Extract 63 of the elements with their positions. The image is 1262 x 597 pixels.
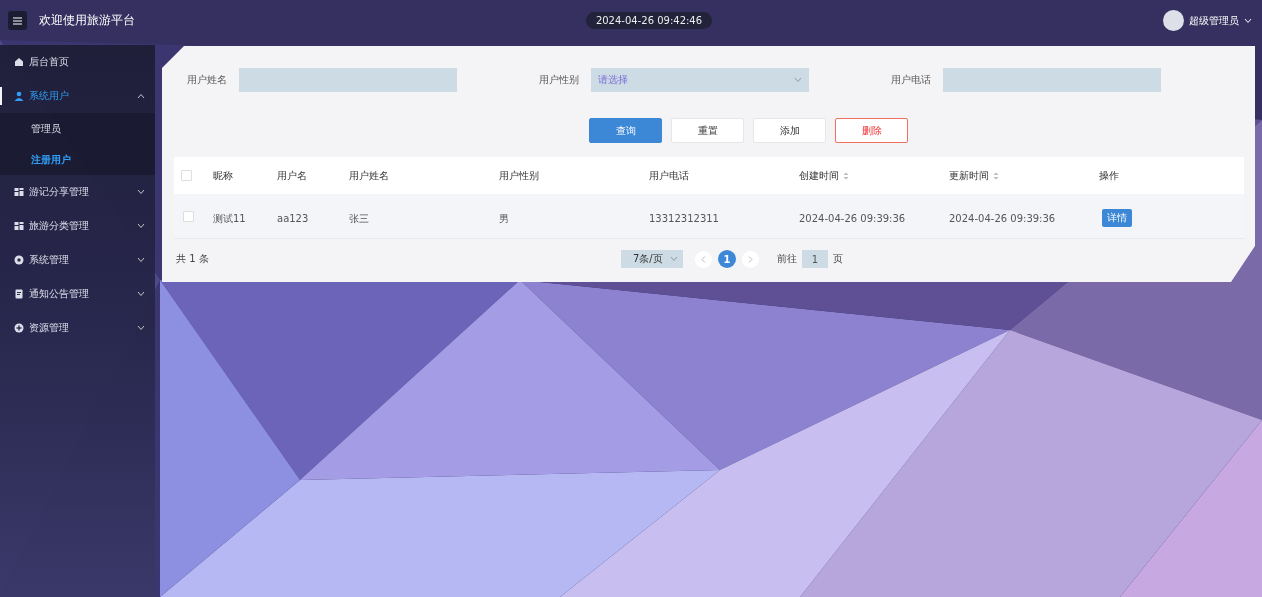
checkbox[interactable] — [181, 170, 192, 181]
column-header: 昵称 — [213, 168, 233, 183]
table-cell: 2024-04-26 09:39:36 — [949, 212, 1056, 224]
input-field[interactable] — [943, 68, 1161, 92]
detail-button[interactable]: 详情 — [1102, 208, 1132, 227]
document-icon — [14, 289, 24, 299]
user-menu[interactable]: 超级管理员 — [1189, 13, 1239, 28]
column-header: 操作 — [1099, 168, 1119, 183]
table-cell: 2024-04-26 09:39:36 — [799, 212, 906, 224]
sidebar-item[interactable]: 旅游分类管理 — [0, 209, 155, 243]
column-header: 创建时间 — [799, 168, 839, 183]
field-label: 用户电话 — [891, 73, 932, 87]
prev-page-button[interactable] — [695, 250, 712, 268]
sidebar-item[interactable]: 游记分享管理 — [0, 175, 155, 209]
caret-down-icon — [1244, 17, 1252, 24]
plus-circle-icon — [14, 323, 24, 333]
page-suffix: 页 — [833, 252, 843, 266]
field-label: 用户性别 — [539, 73, 580, 87]
datetime-badge: 2024-04-26 09:42:46 — [585, 12, 713, 29]
sidebar-subitem[interactable]: 管理员 — [0, 113, 155, 144]
action-button[interactable]: 添加 — [753, 118, 826, 143]
column-header: 更新时间 — [949, 168, 989, 183]
table-cell: 测试11 — [213, 212, 246, 224]
gear-icon — [14, 255, 24, 265]
app-title: 欢迎使用旅游平台 — [39, 12, 135, 29]
sidebar-item[interactable]: 系统管理 — [0, 243, 155, 277]
home-icon — [14, 57, 24, 67]
goto-label: 前往 — [777, 252, 797, 266]
caret-down-icon — [794, 77, 802, 83]
input-field[interactable] — [239, 68, 457, 92]
table-cell: 男 — [499, 212, 509, 224]
sidebar-item[interactable]: 后台首页 — [0, 45, 155, 79]
column-header: 用户姓名 — [349, 168, 389, 183]
delete-button[interactable]: 删除 — [835, 118, 908, 143]
table-cell: 13312312311 — [649, 212, 719, 224]
page-size-select[interactable]: 7条/页 — [621, 250, 683, 268]
sidebar-item[interactable]: 系统用户 — [0, 79, 155, 113]
checkbox[interactable] — [183, 210, 194, 222]
sidebar-item[interactable]: 通知公告管理 — [0, 277, 155, 311]
goto-page-field[interactable]: 1 — [802, 250, 828, 268]
action-button[interactable]: 重置 — [671, 118, 744, 143]
grid-icon — [14, 187, 24, 197]
menu-button[interactable] — [8, 11, 27, 30]
sidebar-subitem[interactable]: 注册用户 — [0, 144, 155, 175]
table-cell: aa123 — [277, 212, 309, 224]
sort-icon[interactable] — [843, 171, 849, 180]
search-button[interactable]: 查询 — [589, 118, 662, 143]
column-header: 用户性别 — [499, 168, 539, 183]
column-header: 用户名 — [277, 168, 307, 183]
field-label: 用户姓名 — [187, 73, 228, 87]
table-cell: 张三 — [349, 212, 369, 224]
column-header: 用户电话 — [649, 168, 689, 183]
sidebar-item[interactable]: 资源管理 — [0, 311, 155, 345]
page-button[interactable]: 1 — [718, 250, 736, 268]
chevron-left-icon — [701, 255, 706, 263]
menu-icon — [13, 16, 22, 25]
sort-icon[interactable] — [993, 171, 999, 180]
grid-icon — [14, 221, 24, 231]
next-page-button[interactable] — [742, 250, 759, 268]
user-icon — [14, 91, 24, 101]
chevron-right-icon — [748, 255, 753, 263]
caret-down-icon — [670, 256, 678, 262]
total-count: 共 1 条 — [176, 252, 210, 266]
